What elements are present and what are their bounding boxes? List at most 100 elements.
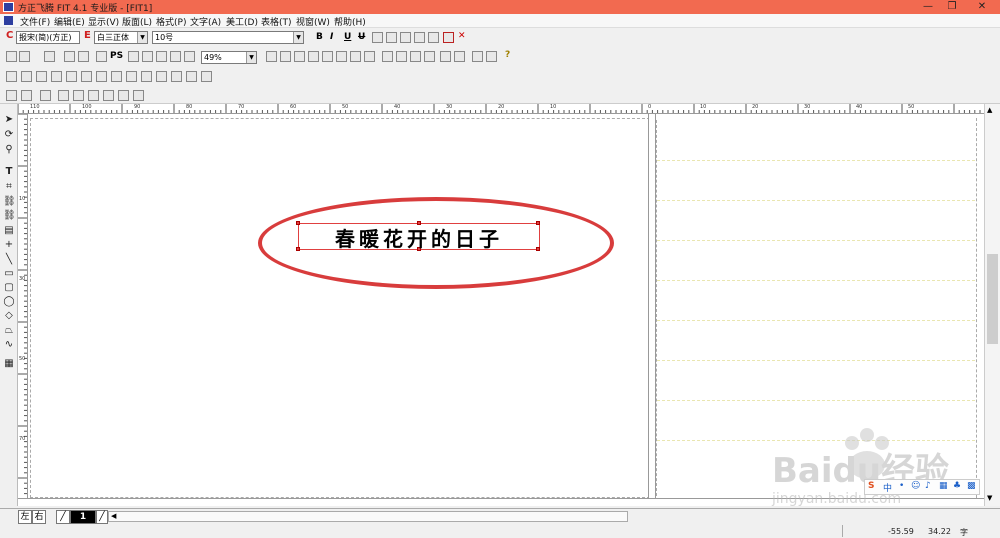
snap-icon[interactable] — [308, 51, 319, 62]
menu-table[interactable]: 表格(T) — [261, 15, 292, 28]
para-left-icon[interactable] — [58, 90, 69, 101]
para-center-icon[interactable] — [73, 90, 84, 101]
scroll-thumb[interactable] — [987, 254, 998, 344]
strikethrough-button[interactable]: U — [358, 32, 365, 42]
close-button[interactable]: ✕ — [970, 0, 994, 14]
maximize-button[interactable]: ❐ — [940, 0, 964, 14]
align-center-icon[interactable] — [21, 71, 32, 82]
punct-icon[interactable]: • — [899, 481, 904, 491]
crop-tool-icon[interactable]: ⌗ — [3, 181, 15, 193]
zoom-tool-icon[interactable]: ⚲ — [3, 144, 15, 156]
copy-icon[interactable] — [142, 51, 153, 62]
para-justify-icon[interactable] — [103, 90, 114, 101]
save-icon[interactable] — [44, 51, 55, 62]
next-page-button[interactable]: ╱ — [96, 510, 108, 524]
char-style-icon[interactable] — [372, 32, 383, 43]
back-icon[interactable] — [454, 51, 465, 62]
undo-icon[interactable] — [170, 51, 181, 62]
center-page-icon[interactable] — [186, 71, 197, 82]
outline-icon[interactable] — [386, 32, 397, 43]
page-view-icon[interactable] — [266, 51, 277, 62]
rounded-rect-tool-icon[interactable]: ▢ — [3, 282, 15, 294]
minimize-button[interactable]: — — [916, 0, 940, 14]
guide-icon[interactable] — [294, 51, 305, 62]
diamond-tool-icon[interactable]: ◇ — [3, 310, 15, 322]
page-number[interactable]: 1 — [70, 510, 96, 524]
grid-icon[interactable] — [280, 51, 291, 62]
underline-button[interactable]: U — [344, 32, 351, 42]
align-left-icon[interactable] — [6, 71, 17, 82]
line-space-icon[interactable] — [40, 90, 51, 101]
horizontal-scrollbar[interactable]: ◀ — [108, 511, 628, 522]
help-icon[interactable]: ? — [505, 50, 510, 60]
distribute-h-icon[interactable] — [96, 71, 107, 82]
cn-font-select[interactable]: 报宋(简)(方正) — [16, 31, 80, 44]
line-tool-icon[interactable]: ╲ — [3, 254, 15, 266]
pointer-tool-icon[interactable]: ➤ — [3, 114, 15, 126]
polygon-tool-icon[interactable]: ⏢ — [3, 325, 15, 337]
space-h-icon[interactable] — [156, 71, 167, 82]
link-tool-icon[interactable]: ⛓ — [3, 196, 16, 208]
en-font-select[interactable]: 白三正体 ▼ — [94, 31, 148, 44]
bezier-tool-icon[interactable]: ∿ — [3, 339, 15, 351]
ime-mode[interactable]: 中 — [883, 481, 892, 494]
italic-button[interactable]: I — [330, 32, 333, 42]
rotate-tool-icon[interactable]: ⟳ — [3, 129, 15, 141]
ps-icon[interactable]: PS — [110, 51, 123, 61]
rectangle-tool-icon[interactable]: ▭ — [3, 268, 15, 280]
chain-icon[interactable] — [410, 51, 421, 62]
menu-help[interactable]: 帮助(H) — [334, 15, 366, 28]
group-icon[interactable] — [201, 71, 212, 82]
text-tool-icon[interactable]: T — [3, 166, 15, 178]
clear-format-icon[interactable]: ✕ — [458, 31, 466, 41]
columns-icon[interactable] — [336, 51, 347, 62]
outdent-icon[interactable] — [21, 90, 32, 101]
font-size-select[interactable]: 10号 ▼ — [152, 31, 304, 44]
prev-page-button[interactable]: ╱ — [56, 510, 70, 524]
text-block-icon[interactable] — [322, 51, 333, 62]
align-right-icon[interactable] — [36, 71, 47, 82]
same-width-icon[interactable] — [126, 71, 137, 82]
align-middle-icon[interactable] — [66, 71, 77, 82]
menu-edit[interactable]: 编辑(E) — [54, 15, 85, 28]
ime-toolbar[interactable]: S 中 • ☺ ♪ ▦ ♣ ▩ — [864, 479, 980, 495]
new-file-icon[interactable] — [6, 51, 17, 62]
unlink-icon[interactable] — [396, 51, 407, 62]
text-color-icon[interactable] — [443, 32, 454, 43]
distribute-v-icon[interactable] — [111, 71, 122, 82]
bold-button[interactable]: B — [316, 32, 323, 42]
frame-icon[interactable] — [350, 51, 361, 62]
para-columns-icon[interactable] — [133, 90, 144, 101]
scroll-left-icon[interactable]: ◀ — [111, 512, 116, 520]
zoom-select[interactable]: 49% ▼ — [201, 51, 257, 64]
redo-icon[interactable] — [184, 51, 195, 62]
para-right-icon[interactable] — [88, 90, 99, 101]
tools-icon[interactable]: ▩ — [967, 481, 976, 491]
scroll-down-icon[interactable]: ▼ — [987, 494, 992, 502]
export-icon[interactable] — [78, 51, 89, 62]
menu-layout[interactable]: 版面(L) — [122, 15, 152, 28]
paste-icon[interactable] — [156, 51, 167, 62]
align-top-icon[interactable] — [51, 71, 62, 82]
menu-file[interactable]: 文件(F) — [20, 15, 50, 28]
edit-icon[interactable] — [486, 51, 497, 62]
emoji-icon[interactable]: ☺ — [911, 481, 920, 491]
scroll-up-icon[interactable]: ▲ — [987, 106, 992, 114]
chain-tool-icon[interactable]: ⛓ — [3, 210, 16, 222]
menu-text[interactable]: 文字(A) — [190, 15, 221, 28]
ellipse-tool-icon[interactable]: ◯ — [3, 296, 15, 308]
menu-art[interactable]: 美工(D) — [226, 15, 258, 28]
document-page[interactable] — [30, 118, 650, 498]
shadow-icon[interactable] — [400, 32, 411, 43]
link-icon[interactable] — [382, 51, 393, 62]
skin-icon[interactable]: ♣ — [953, 481, 961, 491]
menu-format[interactable]: 格式(P) — [156, 15, 186, 28]
space-v-icon[interactable] — [171, 71, 182, 82]
subscript-icon[interactable] — [428, 32, 439, 43]
headline-text[interactable]: 春暖花开的日子 — [300, 223, 538, 252]
vertical-scrollbar[interactable]: ▲ ▼ — [984, 104, 1000, 506]
print-icon[interactable] — [96, 51, 107, 62]
keyboard-icon[interactable]: ▦ — [939, 481, 948, 491]
left-page-button[interactable]: 左 — [18, 510, 32, 524]
import-icon[interactable] — [64, 51, 75, 62]
